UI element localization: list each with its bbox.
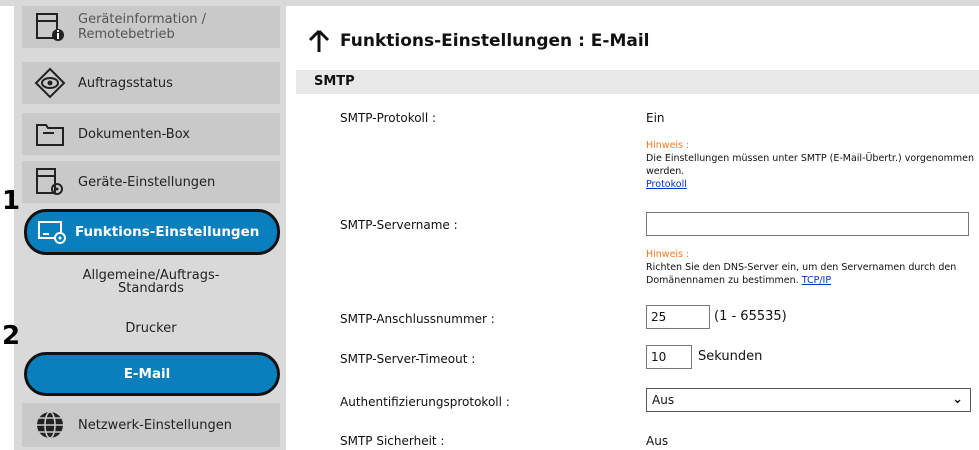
device-settings-icon (30, 162, 70, 202)
smtp-port-range: (1 - 65535) (714, 309, 787, 324)
hint-text: Die Einstellungen müssen unter SMTP (E-M… (646, 153, 974, 177)
hint-label: Hinweis : (646, 249, 690, 260)
smtp-timeout-input[interactable]: 10 (646, 345, 692, 369)
main-content: Funktions-Einstellungen : E-Mail SMTP SM… (296, 8, 979, 450)
sidebar-item-label: Drucker (125, 320, 177, 336)
top-border (0, 0, 979, 6)
sidebar-item-label: E-Mail (123, 366, 171, 382)
smtp-port-label: SMTP-Anschlussnummer : (340, 312, 495, 326)
smtp-security-value: Aus (646, 434, 669, 448)
sidebar-item-label: Dokumenten-Box (78, 126, 190, 142)
hint-note-protocol: Hinweis : Die Einstellungen müssen unter… (646, 139, 976, 191)
sidebar-subitem-printer[interactable]: Drucker (22, 316, 280, 340)
globe-icon (30, 405, 70, 445)
smtp-port-input[interactable]: 25 (646, 305, 710, 329)
sidebar-item-device-settings[interactable]: Geräte-Einstellungen (22, 161, 280, 203)
protocol-link[interactable]: Protokoll (646, 179, 687, 190)
smtp-servername-input[interactable] (646, 212, 969, 236)
smtp-timeout-unit: Sekunden (698, 349, 763, 364)
page-title: Funktions-Einstellungen : E-Mail (340, 31, 650, 51)
smtp-timeout-label: SMTP-Server-Timeout : (340, 352, 476, 366)
sidebar-item-document-box[interactable]: Dokumenten-Box (22, 113, 280, 155)
smtp-protocol-label: SMTP-Protokoll : (340, 111, 437, 125)
sidebar-item-label: Netzwerk-Einstellungen (78, 417, 232, 433)
sidebar-item-job-status[interactable]: Auftragsstatus (22, 62, 280, 104)
device-info-icon (30, 7, 70, 47)
sidebar-item-label: Geräteinformation / Remotebetrieb (78, 12, 207, 42)
sidebar-item-function-settings[interactable]: Funktions-Einstellungen (24, 209, 280, 255)
tcpip-link[interactable]: TCP/IP (802, 275, 831, 286)
hint-note-dns: Hinweis : Richten Sie den DNS-Server ein… (646, 248, 976, 287)
callout-number-1: 1 (2, 186, 21, 216)
smtp-protocol-value: Ein (646, 111, 665, 125)
callout-number-2: 2 (2, 321, 21, 351)
sidebar-item-label: Auftragsstatus (78, 75, 173, 91)
sidebar-item-label: Funktions-Einstellungen (75, 224, 260, 240)
sidebar-subitem-general-defaults[interactable]: Allgemeine/Auftrags-Standards (22, 264, 280, 300)
sidebar-item-device-info[interactable]: Geräteinformation / Remotebetrieb (22, 6, 280, 48)
hint-label: Hinweis : (646, 140, 690, 151)
smtp-security-label: SMTP Sicherheit : (340, 434, 445, 448)
arrow-up-icon[interactable] (308, 29, 330, 53)
eye-icon (30, 63, 70, 103)
sidebar-subitem-email[interactable]: E-Mail (24, 352, 280, 396)
chevron-down-icon: ⌄ (952, 392, 963, 407)
auth-protocol-value: Aus (652, 393, 675, 407)
sidebar: Geräteinformation / Remotebetrieb Auftra… (0, 0, 290, 450)
sidebar-item-label: Geräte-Einstellungen (78, 174, 216, 190)
folder-icon (30, 114, 70, 154)
page-header: Funktions-Einstellungen : E-Mail (296, 16, 650, 66)
smtp-servername-label: SMTP-Servername : (340, 218, 458, 232)
section-header-smtp: SMTP (296, 70, 979, 94)
sidebar-item-label: Allgemeine/Auftrags-Standards (82, 268, 220, 296)
auth-protocol-label: Authentifizierungsprotokoll : (340, 395, 510, 409)
auth-protocol-select[interactable]: Aus ⌄ (646, 388, 971, 412)
function-settings-icon (35, 215, 69, 249)
sidebar-item-network-settings[interactable]: Netzwerk-Einstellungen (22, 403, 280, 447)
